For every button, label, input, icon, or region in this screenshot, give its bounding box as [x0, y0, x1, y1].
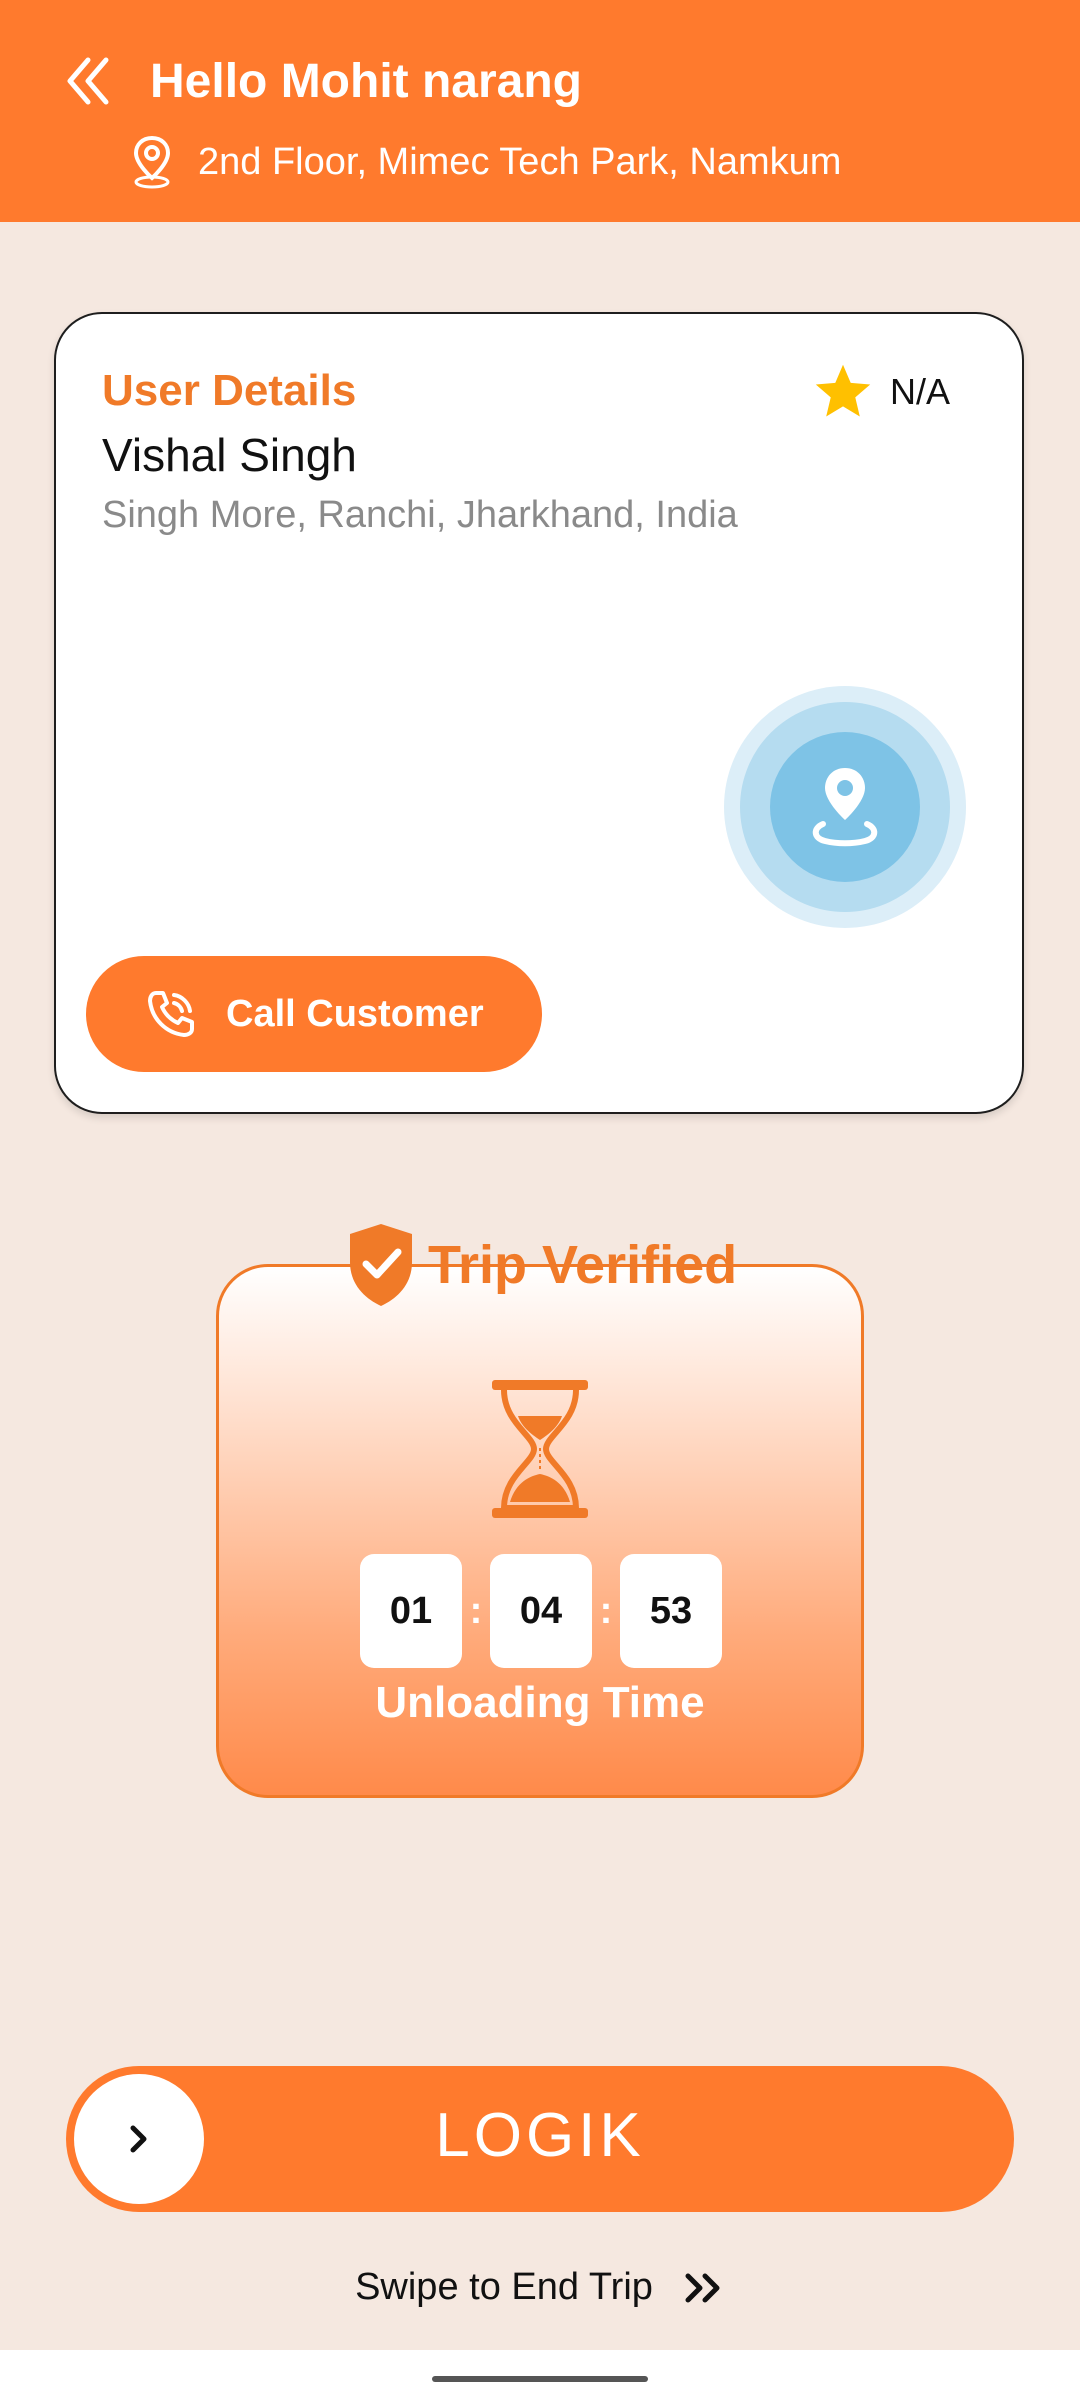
brand-logo: LOGIK [435, 2101, 645, 2170]
unloading-time-label: Unloading Time [375, 1678, 705, 1727]
back-button[interactable] [58, 50, 120, 112]
swipe-hint-text: Swipe to End Trip [355, 2266, 653, 2308]
double-chevron-right-icon [685, 2273, 720, 2302]
current-location: 2nd Floor, Mimec Tech Park, Namkum [130, 132, 841, 192]
call-customer-button[interactable]: Call Customer [86, 956, 542, 1072]
user-rating: N/A [810, 360, 950, 424]
user-name: Vishal Singh [102, 429, 357, 481]
user-address: Singh More, Ranchi, Jharkhand, India [102, 494, 738, 536]
swipe-to-end-slider[interactable]: LOGIK [66, 2066, 1014, 2212]
timer-minutes: 04 [490, 1554, 592, 1668]
star-icon [815, 364, 871, 417]
map-pin-icon [812, 768, 878, 847]
trip-verified-text: Trip Verified [428, 1235, 738, 1295]
unloading-timer: 01 : 04 : 53 [360, 1554, 722, 1668]
greeting-title: Hello Mohit narang [150, 55, 582, 108]
double-chevron-left-icon [67, 57, 109, 105]
swipe-hint: Swipe to End Trip [0, 2266, 1080, 2309]
call-customer-label: Call Customer [226, 992, 484, 1035]
phone-icon [148, 991, 194, 1037]
location-pin-icon [133, 135, 171, 189]
map-location-button[interactable] [724, 686, 966, 928]
user-details-title: User Details [102, 366, 357, 415]
location-text: 2nd Floor, Mimec Tech Park, Namkum [198, 141, 842, 183]
hourglass-icon [492, 1380, 588, 1518]
system-nav-area [0, 2350, 1080, 2400]
trip-verified-badge: Trip Verified [346, 1222, 737, 1308]
rating-value: N/A [889, 371, 950, 412]
timer-seconds: 53 [620, 1554, 722, 1668]
app-header: Hello Mohit narang 2nd Floor, Mimec Tech… [0, 0, 1080, 222]
home-indicator[interactable] [432, 2376, 648, 2382]
user-details-card: User Details N/A Vishal Singh Singh More… [54, 312, 1024, 1114]
shield-check-icon [350, 1224, 412, 1306]
timer-hours: 01 [360, 1554, 462, 1668]
